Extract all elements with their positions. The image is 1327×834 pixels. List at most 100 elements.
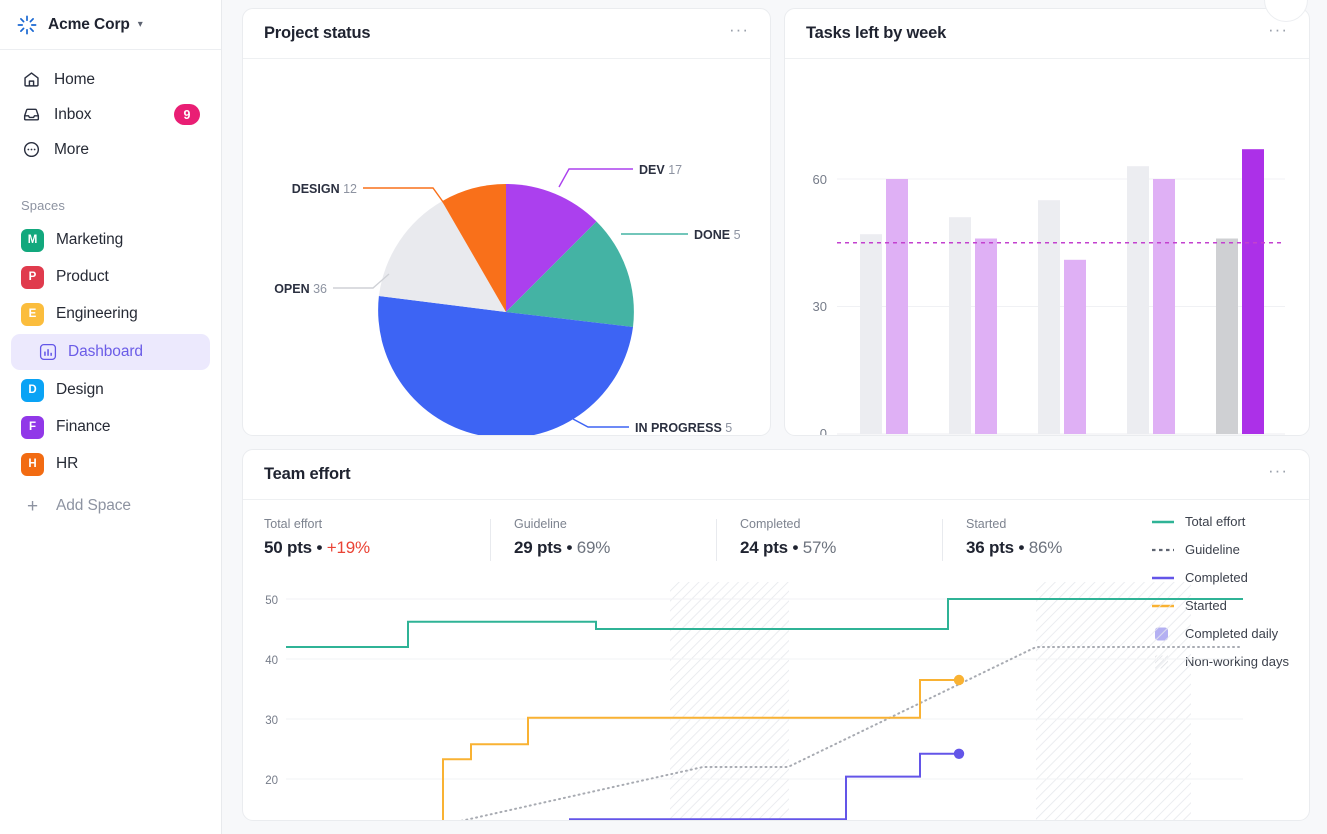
space-label: Product (56, 268, 109, 285)
series-completed-endpoint (953, 748, 965, 759)
ellipsis-icon[interactable]: ··· (1268, 462, 1288, 482)
space-item-marketing[interactable]: M Marketing (11, 222, 210, 258)
stat-separator: • (792, 538, 799, 557)
stat-value: 29 pts • 69% (514, 538, 698, 558)
space-item-finance[interactable]: F Finance (11, 409, 210, 445)
stat-value: 24 pts • 57% (740, 538, 924, 558)
avatar: F (21, 415, 44, 439)
bar-prev-week4 (1127, 166, 1149, 434)
stat-total-effort: Total effort 50 pts • +19% (264, 517, 490, 558)
card-header: Project status ··· (243, 9, 770, 59)
stat-separator: • (566, 538, 573, 557)
stat-value: 36 pts • 86% (966, 538, 1150, 558)
legend-item-total-effort[interactable]: Total effort (1151, 514, 1289, 529)
ellipsis-circle-icon (21, 140, 41, 160)
bar-cur-week1 (886, 179, 908, 434)
nav-item-more[interactable]: More (11, 132, 210, 167)
non-working-band (670, 582, 789, 820)
svg-text:50: 50 (265, 595, 278, 607)
svg-text:60: 60 (813, 172, 827, 187)
legend-label: Total effort (1184, 514, 1246, 529)
bar-cur-week3 (1064, 259, 1086, 434)
page-title: Project status (264, 24, 371, 42)
avatar: P (21, 265, 44, 289)
add-space-label: Add Space (56, 497, 131, 514)
stat-value: 50 pts • +19% (264, 538, 472, 558)
space-item-product[interactable]: P Product (11, 259, 210, 295)
top-row: Project status ··· DEV 17 DONE 5 IN PROG… (242, 8, 1310, 436)
main-content: Project status ··· DEV 17 DONE 5 IN PROG… (222, 0, 1327, 834)
bar-chart-icon (38, 343, 57, 362)
stat-percent: +19% (326, 538, 370, 557)
space-label: HR (56, 455, 79, 472)
stat-guideline: Guideline 29 pts • 69% (490, 517, 716, 561)
bar-chart: 0 30 60 (785, 59, 1309, 435)
nav-item-inbox[interactable]: Inbox 9 (11, 97, 210, 132)
workspace-switcher[interactable]: Acme Corp ▾ (0, 0, 221, 50)
svg-text:30: 30 (265, 715, 278, 727)
project-status-card: Project status ··· DEV 17 DONE 5 IN PROG… (242, 8, 771, 436)
bar-prev-week3 (1038, 200, 1060, 434)
sidebar-item-label: Dashboard (68, 343, 143, 360)
home-icon (21, 70, 41, 90)
stat-label: Completed (740, 517, 801, 531)
stat-separator: • (1018, 538, 1025, 557)
space-label: Finance (56, 418, 111, 435)
svg-text:20: 20 (265, 775, 278, 787)
avatar: D (21, 378, 44, 402)
space-item-engineering[interactable]: E Engineering (11, 296, 210, 332)
space-label: Engineering (56, 305, 138, 322)
stat-percent: 86% (1028, 538, 1063, 557)
bar-prev-week2 (949, 217, 971, 434)
inbox-icon (21, 105, 41, 125)
bar-cur-week2 (975, 238, 997, 434)
chevron-down-icon: ▾ (137, 19, 143, 30)
series-started-endpoint (953, 674, 965, 686)
pie-label-design: DESIGN 12 (292, 182, 357, 196)
stat-completed: Completed 24 pts • 57% (716, 517, 942, 561)
inbox-badge: 9 (174, 104, 200, 125)
pie-label-in-progress: IN PROGRESS 5 (635, 421, 732, 435)
space-label: Design (56, 381, 104, 398)
svg-text:40: 40 (265, 655, 278, 667)
pie-chart: DEV 17 DONE 5 IN PROGRESS 5 OPEN 36 DESI… (243, 59, 770, 435)
nav-label: More (54, 140, 89, 158)
ellipsis-icon[interactable]: ··· (1268, 21, 1288, 41)
stat-percent: 69% (576, 538, 611, 557)
stat-started: Started 36 pts • 86% (942, 517, 1168, 561)
sidebar-item-dashboard[interactable]: Dashboard (11, 334, 210, 370)
nav-item-home[interactable]: Home (11, 62, 210, 97)
tasks-left-by-week-card: Tasks left by week ··· 0 30 60 (784, 8, 1310, 436)
burndown-chart: 50 40 30 20 (243, 582, 1309, 820)
dashed-line-swatch-icon (1151, 543, 1174, 557)
page-title: Tasks left by week (806, 24, 947, 42)
stat-points: 50 pts (264, 538, 312, 557)
ellipsis-icon[interactable]: ··· (729, 21, 749, 41)
workspace-name: Acme Corp (48, 15, 130, 33)
svg-text:0: 0 (820, 426, 827, 435)
space-item-design[interactable]: D Design (11, 372, 210, 408)
pie-label-done: DONE 5 (694, 228, 741, 242)
team-effort-card: Team effort ··· Total effort 50 pts • +1… (242, 449, 1310, 821)
legend-item-guideline[interactable]: Guideline (1151, 542, 1289, 557)
spaces-section-title: Spaces (21, 198, 65, 213)
pie-label-open: OPEN 36 (274, 282, 327, 296)
sparkle-icon (16, 14, 38, 36)
pie-label-dev: DEV 17 (639, 163, 682, 177)
add-space-button[interactable]: + Add Space (11, 488, 210, 524)
space-item-hr[interactable]: H HR (11, 446, 210, 482)
bar-cur-week5 (1242, 149, 1264, 434)
bar-prev-week1 (860, 234, 882, 434)
avatar: H (21, 452, 44, 476)
avatar: E (21, 302, 44, 326)
stat-points: 36 pts (966, 538, 1014, 557)
app-root: Acme Corp ▾ Home Inbox 9 More Spaces M M… (0, 0, 1327, 834)
card-header: Tasks left by week ··· (785, 9, 1309, 59)
stat-points: 24 pts (740, 538, 788, 557)
stat-label: Guideline (514, 517, 567, 531)
stat-label: Started (966, 517, 1007, 531)
card-header: Team effort ··· (243, 450, 1309, 500)
non-working-band (1036, 582, 1191, 820)
stat-percent: 57% (802, 538, 837, 557)
line-swatch-icon (1151, 515, 1174, 529)
